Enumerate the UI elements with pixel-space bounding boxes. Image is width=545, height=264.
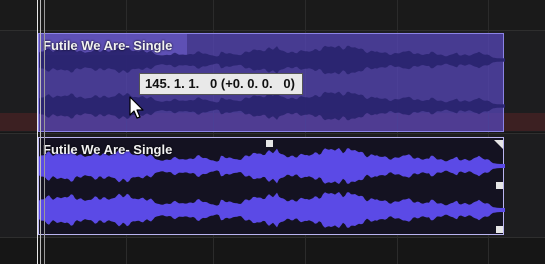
track-lane-above[interactable] [0,0,545,30]
arrange-area[interactable]: Futile We Are- Single Futile We Are- Sin… [0,0,545,264]
track-lane-below[interactable] [0,238,545,264]
playhead[interactable] [37,0,38,264]
arrow-pointer-icon [129,96,144,119]
loop-handle-icon[interactable] [496,226,503,233]
region-name: Futile We Are- Single [43,142,173,157]
lane-divider [0,133,545,134]
position-tooltip: 145. 1. 1. 0 (+0. 0. 0. 0) [139,73,303,95]
playhead-marker[interactable] [44,0,45,264]
fade-handle-icon[interactable] [266,140,273,147]
playhead-marker[interactable] [40,0,41,264]
loop-handle-icon[interactable] [496,182,503,189]
lane-divider [0,237,545,238]
lane-divider [0,30,545,31]
region-name: Futile We Are- Single [43,38,173,53]
audio-region[interactable]: Futile We Are- Single [38,137,505,235]
resize-handle-icon[interactable] [494,140,503,149]
